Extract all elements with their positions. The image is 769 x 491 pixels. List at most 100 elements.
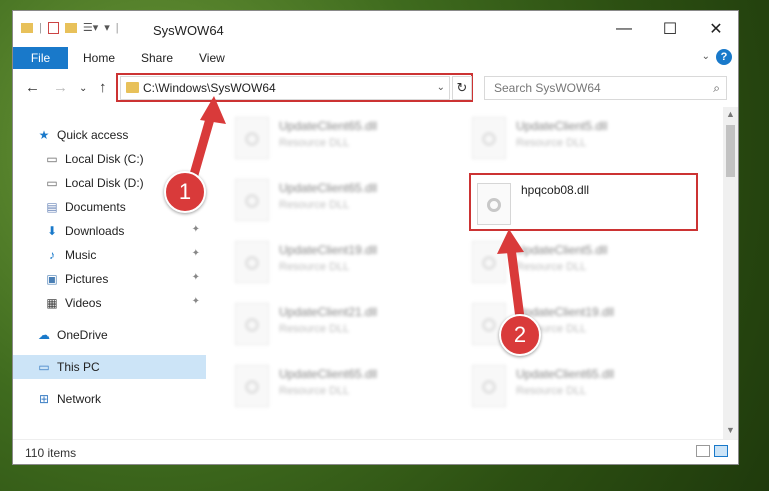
file-name: UpdateClient65.dll [279, 119, 378, 133]
file-item[interactable]: UpdateClient19.dll Resource DLL [229, 235, 449, 293]
file-name: UpdateClient5.dll [516, 119, 608, 133]
customize-toolbar-icon[interactable]: ▾ [104, 21, 110, 34]
view-options-icon[interactable]: ☰▾ [83, 21, 98, 34]
music-icon: ♪ [49, 248, 55, 262]
star-icon: ★ [38, 128, 50, 142]
nav-item-videos[interactable]: ▦ Videos ✦ [13, 291, 206, 315]
cloud-icon: ☁ [38, 328, 50, 342]
nav-item-local-disk-c[interactable]: ▭ Local Disk (C:) [13, 147, 206, 171]
tab-share[interactable]: Share [141, 47, 173, 69]
nav-item-label: Local Disk (C:) [65, 152, 144, 166]
file-item[interactable]: UpdateClient65.dll Resource DLL [229, 359, 449, 417]
nav-item-label: Pictures [65, 272, 109, 286]
item-count: 110 items [25, 446, 77, 460]
nav-item-this-pc[interactable]: ▭ This PC [13, 355, 206, 379]
nav-item-pictures[interactable]: ▣ Pictures ✦ [13, 267, 206, 291]
dll-file-icon [235, 303, 269, 345]
tab-home[interactable]: Home [83, 47, 115, 69]
nav-item-label: This PC [57, 360, 100, 374]
forward-button[interactable]: → [53, 79, 68, 96]
file-name: UpdateClient65.dll [279, 367, 378, 381]
new-folder-icon[interactable] [64, 22, 77, 33]
download-icon: ⬇ [46, 224, 58, 238]
file-name: UpdateClient5.dll [516, 243, 608, 257]
help-button[interactable]: ? [716, 49, 732, 65]
pin-icon[interactable]: ✦ [192, 248, 200, 259]
close-button[interactable]: ✕ [693, 11, 738, 47]
file-type: Resource DLL [279, 323, 350, 335]
navigation-pane: ★ Quick access ▭ Local Disk (C:) ▭ Local… [13, 107, 206, 437]
nav-item-network[interactable]: ⊞ Network [13, 387, 206, 411]
maximize-button[interactable]: ☐ [647, 11, 693, 47]
tab-view[interactable]: View [199, 47, 225, 69]
dll-file-icon [235, 365, 269, 407]
scroll-down-icon[interactable]: ▼ [726, 425, 735, 435]
vertical-scrollbar[interactable]: ▲ ▼ [723, 107, 738, 439]
nav-item-label: Videos [65, 296, 102, 310]
file-item[interactable]: UpdateClient65.dll Resource DLL [229, 173, 449, 231]
scroll-up-icon[interactable]: ▲ [726, 109, 735, 119]
file-item[interactable]: UpdateClient5.dll Resource DLL [466, 235, 686, 293]
pin-icon[interactable]: ✦ [192, 272, 200, 283]
file-list: UpdateClient65.dll Resource DLL UpdateCl… [209, 107, 723, 437]
file-name: UpdateClient19.dll [279, 243, 378, 257]
drive-icon: ▭ [46, 176, 58, 190]
pin-icon[interactable]: ✦ [192, 296, 200, 307]
properties-icon[interactable] [47, 21, 59, 34]
chevron-down-icon[interactable]: ⌄ [702, 51, 710, 62]
dll-file-icon [472, 241, 506, 283]
file-item[interactable]: UpdateClient65.dll Resource DLL [229, 111, 449, 169]
large-icons-view-icon[interactable] [714, 445, 728, 457]
ribbon-tabs: File Home Share View ⌄ ? [13, 47, 738, 105]
callout-1: 1 [164, 171, 206, 213]
quick-access-toolbar: | ☰▾ ▾ | [21, 21, 119, 34]
callout-2: 2 [499, 314, 541, 356]
videos-icon: ▦ [46, 296, 58, 310]
documents-icon: ▤ [46, 200, 58, 214]
search-input[interactable]: Search SysWOW64 ⌕ [484, 76, 727, 100]
file-type: Resource DLL [516, 137, 587, 149]
file-name: UpdateClient21.dll [279, 305, 378, 319]
file-item[interactable]: UpdateClient65.dll Resource DLL [466, 359, 686, 417]
nav-item-label: Documents [65, 200, 126, 214]
nav-item-label: Local Disk (D:) [65, 176, 144, 190]
drive-icon: ▭ [46, 152, 58, 166]
file-type: Resource DLL [516, 261, 587, 273]
nav-item-music[interactable]: ♪ Music ✦ [13, 243, 206, 267]
file-name: UpdateClient65.dll [279, 181, 378, 195]
nav-item-quick-access[interactable]: ★ Quick access [13, 123, 206, 147]
nav-item-onedrive[interactable]: ☁ OneDrive [13, 323, 206, 347]
pin-icon[interactable]: ✦ [192, 224, 200, 235]
file-type: Resource DLL [279, 199, 350, 211]
dll-file-icon [235, 241, 269, 283]
details-view-icon[interactable] [696, 445, 710, 457]
dll-file-icon [472, 117, 506, 159]
window-title: SysWOW64 [153, 23, 224, 38]
address-highlight-box [116, 73, 473, 102]
file-type: Resource DLL [516, 385, 587, 397]
file-explorer-window: | ☰▾ ▾ | SysWOW64 — ☐ ✕ File Home Share … [12, 10, 739, 465]
dll-file-icon [472, 365, 506, 407]
computer-icon: ▭ [38, 360, 50, 374]
file-highlight-box [469, 173, 698, 231]
file-type: Resource DLL [279, 385, 350, 397]
file-item[interactable]: UpdateClient19.dll Resource DLL [466, 297, 686, 355]
up-button[interactable]: ↑ [99, 79, 107, 96]
nav-item-label: Downloads [65, 224, 125, 238]
refresh-button[interactable]: ↻ [452, 76, 472, 100]
title-bar: | ☰▾ ▾ | SysWOW64 — ☐ ✕ [13, 11, 738, 47]
recent-locations-button[interactable]: ⌄ [79, 83, 87, 94]
file-item[interactable]: UpdateClient21.dll Resource DLL [229, 297, 449, 355]
folder-icon[interactable] [21, 22, 33, 33]
minimize-button[interactable]: — [601, 11, 647, 47]
search-placeholder: Search SysWOW64 [494, 81, 601, 95]
search-icon[interactable]: ⌕ [713, 81, 720, 96]
file-type: Resource DLL [279, 261, 350, 273]
nav-item-downloads[interactable]: ⬇ Downloads ✦ [13, 219, 206, 243]
nav-item-label: Network [57, 392, 102, 406]
file-type: Resource DLL [279, 137, 350, 149]
navigation-bar: ← → ⌄ ↑ C:\Windows\SysWOW64 ⌄ ↻ Search S… [13, 69, 738, 107]
back-button[interactable]: ← [25, 79, 40, 96]
scrollbar-thumb[interactable] [726, 125, 735, 177]
file-item[interactable]: UpdateClient5.dll Resource DLL [466, 111, 686, 169]
